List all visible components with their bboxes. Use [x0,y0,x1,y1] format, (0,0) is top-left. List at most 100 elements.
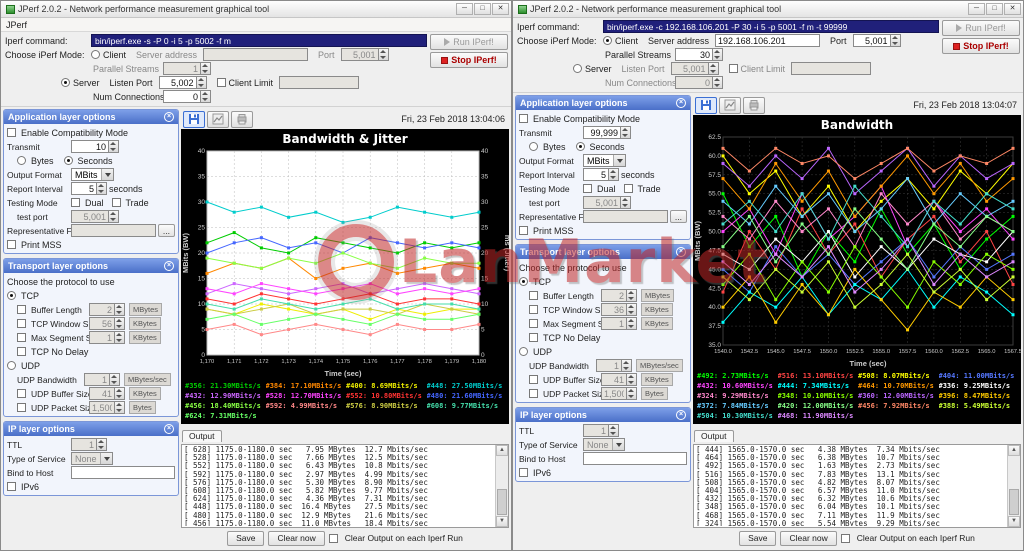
output-tab[interactable]: Output [182,430,222,442]
chart-settings-button[interactable] [719,97,741,114]
collapse-icon[interactable]: × [164,112,174,122]
scrollbar[interactable]: ▲▼ [495,445,508,527]
tcp-no-delay-checkbox[interactable] [529,333,538,342]
seconds-radio[interactable] [576,142,585,151]
minimize-button[interactable]: ─ [456,3,473,15]
tcp-radio[interactable] [519,277,528,286]
max-segment-spinner[interactable] [601,317,637,330]
udp-buffer-checkbox[interactable] [529,375,538,384]
udp-packet-spinner[interactable] [89,401,125,414]
ttl-spinner[interactable] [583,424,619,437]
max-segment-spinner[interactable] [89,331,125,344]
server-radio[interactable] [573,64,582,73]
udp-buffer-spinner[interactable] [601,373,637,386]
listen-port-spinner[interactable] [159,76,207,89]
trade-checkbox[interactable] [112,198,121,207]
parallel-streams-spinner[interactable] [163,62,211,75]
output-format-select[interactable]: MBits [71,168,114,181]
udp-buffer-spinner[interactable] [89,387,125,400]
save-image-button[interactable] [695,97,717,114]
clear-on-run-checkbox[interactable] [841,534,850,543]
stop-iperf-button[interactable]: Stop IPerf! [942,38,1020,54]
run-iperf-button[interactable]: Run IPerf! [942,20,1020,36]
print-mss-checkbox[interactable] [7,240,16,249]
scroll-thumb[interactable] [497,489,507,515]
save-output-button[interactable]: Save [739,531,776,546]
collapse-icon[interactable]: × [676,410,686,420]
iperf-command-input[interactable] [91,34,427,47]
client-limit-input[interactable] [791,62,871,75]
bytes-radio[interactable] [529,142,538,151]
udp-packet-checkbox[interactable] [17,403,26,412]
chart-settings-button[interactable] [207,111,229,128]
print-mss-checkbox[interactable] [519,226,528,235]
report-interval-spinner[interactable] [71,182,107,195]
tcp-window-spinner[interactable] [601,303,637,316]
scrollbar[interactable]: ▲▼ [1007,445,1020,527]
compat-mode-checkbox[interactable] [7,128,16,137]
server-address-input[interactable] [203,48,308,61]
clear-output-button[interactable]: Clear now [268,531,324,546]
buffer-length-checkbox[interactable] [17,305,26,314]
dual-checkbox[interactable] [583,184,592,193]
udp-packet-spinner[interactable] [601,387,637,400]
dual-checkbox[interactable] [71,198,80,207]
ipv6-checkbox[interactable] [519,468,528,477]
collapse-icon[interactable]: × [164,424,174,434]
ipv6-checkbox[interactable] [7,482,16,491]
buffer-length-spinner[interactable] [89,303,125,316]
save-output-button[interactable]: Save [227,531,264,546]
save-image-button[interactable] [183,111,205,128]
scroll-down-icon[interactable]: ▼ [1008,516,1020,527]
client-radio[interactable] [91,50,100,59]
udp-packet-checkbox[interactable] [529,389,538,398]
output-console[interactable]: [ 628] 1175.0-1180.0 sec 7.95 MBytes 12.… [181,444,509,528]
collapse-icon[interactable]: × [164,261,174,271]
client-limit-checkbox[interactable] [217,78,226,87]
udp-radio[interactable] [7,361,16,370]
report-interval-spinner[interactable] [583,168,619,181]
client-limit-input[interactable] [279,76,359,89]
representative-file-input[interactable] [583,210,668,223]
clear-on-run-checkbox[interactable] [329,534,338,543]
clear-output-button[interactable]: Clear now [780,531,836,546]
print-button[interactable] [231,111,253,128]
scroll-up-icon[interactable]: ▲ [496,445,508,456]
collapse-icon[interactable]: × [676,247,686,257]
menu-jperf[interactable]: JPerf [6,20,27,30]
tcp-window-checkbox[interactable] [529,305,538,314]
scroll-thumb[interactable] [1009,489,1019,515]
client-radio[interactable] [603,36,612,45]
port-spinner[interactable] [853,34,901,47]
output-format-select[interactable]: MBits [583,154,626,167]
udp-buffer-checkbox[interactable] [17,389,26,398]
browse-button[interactable]: ... [670,210,687,223]
seconds-radio[interactable] [64,156,73,165]
scroll-down-icon[interactable]: ▼ [496,516,508,527]
listen-port-spinner[interactable] [671,62,719,75]
buffer-length-spinner[interactable] [601,289,637,302]
iperf-command-input[interactable] [603,20,939,33]
collapse-icon[interactable]: × [676,98,686,108]
test-port-spinner[interactable] [71,210,119,223]
udp-bandwidth-spinner[interactable] [84,373,120,386]
tcp-window-checkbox[interactable] [17,319,26,328]
udp-radio[interactable] [519,347,528,356]
output-tab[interactable]: Output [694,430,734,442]
tcp-window-spinner[interactable] [89,317,125,330]
client-limit-checkbox[interactable] [729,64,738,73]
minimize-button[interactable]: ─ [968,3,985,15]
max-segment-checkbox[interactable] [529,319,538,328]
print-button[interactable] [743,97,765,114]
stop-iperf-button[interactable]: Stop IPerf! [430,52,508,68]
transmit-spinner[interactable] [583,126,631,139]
server-address-input[interactable] [715,34,820,47]
close-button[interactable]: ✕ [492,3,509,15]
browse-button[interactable]: ... [158,224,175,237]
max-segment-checkbox[interactable] [17,333,26,342]
num-connections-spinner[interactable] [675,76,723,89]
bind-to-host-input[interactable] [71,466,175,479]
port-spinner[interactable] [341,48,389,61]
ttl-spinner[interactable] [71,438,107,451]
run-iperf-button[interactable]: Run IPerf! [430,34,508,50]
